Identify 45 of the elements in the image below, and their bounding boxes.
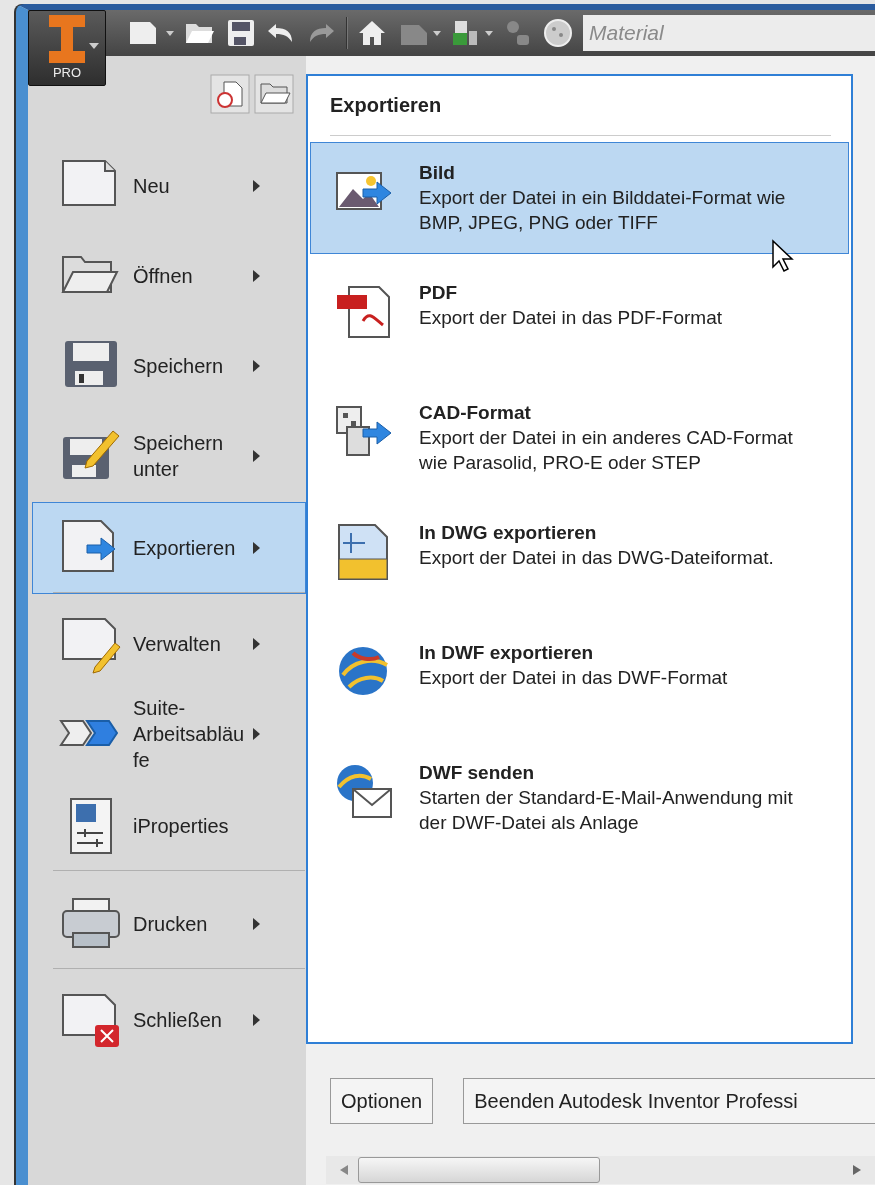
mouse-cursor-icon <box>771 239 795 273</box>
caret-icon[interactable] <box>433 30 441 36</box>
horizontal-scrollbar[interactable] <box>326 1156 875 1184</box>
option-description: Export der Datei in ein Bilddatei-Format wie BMP, JPEG, PNG oder TIFF <box>419 186 787 235</box>
export-option[interactable]: DWF senden Starten der Standard-E-Mail-Anwendung mit der DWF-Datei als Anlage <box>310 742 849 854</box>
menu-item[interactable]: Speichern <box>32 322 306 410</box>
menu-item[interactable]: Öffnen <box>32 232 306 320</box>
menu-item[interactable]: Schließen <box>32 976 306 1064</box>
scrollbar-thumb[interactable] <box>358 1157 600 1183</box>
home-icon[interactable] <box>357 19 387 47</box>
option-description: Export der Datei in das DWF-Format <box>419 666 729 690</box>
option-title: Bild <box>419 161 456 185</box>
export-option[interactable]: PDF Export der Datei in das PDF-Format <box>310 262 849 374</box>
export-option[interactable]: In DWF exportieren Export der Datei in das DWF-Format <box>310 622 849 734</box>
caret-icon[interactable] <box>166 30 174 36</box>
app-menu-button[interactable]: PRO <box>28 10 106 86</box>
menu-item[interactable]: Suite-Arbeitsabläufe <box>32 690 306 778</box>
open-documents-icon[interactable] <box>254 74 294 114</box>
scroll-right-icon[interactable] <box>853 1165 861 1175</box>
option-title: In DWF exportieren <box>419 641 595 665</box>
menu-item[interactable]: Drucken <box>32 878 306 970</box>
recent-documents-icon[interactable] <box>210 74 250 114</box>
caret-icon <box>89 43 99 49</box>
material-sphere-icon[interactable] <box>543 18 573 48</box>
scroll-left-icon[interactable] <box>340 1165 348 1175</box>
option-description: Starten der Standard-E-Mail-Anwendung mit der DWF-Datei als Anlage <box>419 786 794 835</box>
option-title: DWF senden <box>419 761 536 785</box>
option-description: Export der Datei in das DWG-Dateiformat. <box>419 546 775 570</box>
export-option[interactable]: CAD-Format Export der Datei in ein anderes CAD-Format wie Parasolid, PRO-E oder STEP <box>310 382 849 494</box>
footer-button[interactable]: Optionen <box>330 1078 434 1124</box>
option-title: In DWG exportieren <box>419 521 598 545</box>
option-description: Export der Datei in das PDF-Format <box>419 306 724 330</box>
option-description: Export der Datei in ein anderes CAD-Format wie Parasolid, PRO-E oder STEP <box>419 426 794 475</box>
footer-button[interactable]: Beenden Autodesk Inventor Professi <box>463 1078 875 1124</box>
menu-item[interactable]: Speichern unter <box>32 412 306 500</box>
submenu-title: Exportieren <box>329 94 443 117</box>
i-logo-icon <box>47 13 87 65</box>
option-title: CAD-Format <box>419 401 532 425</box>
option-title: PDF <box>419 281 458 305</box>
menu-item[interactable]: Exportieren <box>32 502 306 594</box>
export-option[interactable]: In DWG exportieren Export der Datei in das DWG-Dateiformat. <box>310 502 849 614</box>
menu-item[interactable]: Neu <box>32 142 306 230</box>
menu-item[interactable]: iProperties <box>32 780 306 872</box>
caret-icon[interactable] <box>485 30 493 36</box>
menu-item[interactable]: Verwalten <box>32 600 306 688</box>
